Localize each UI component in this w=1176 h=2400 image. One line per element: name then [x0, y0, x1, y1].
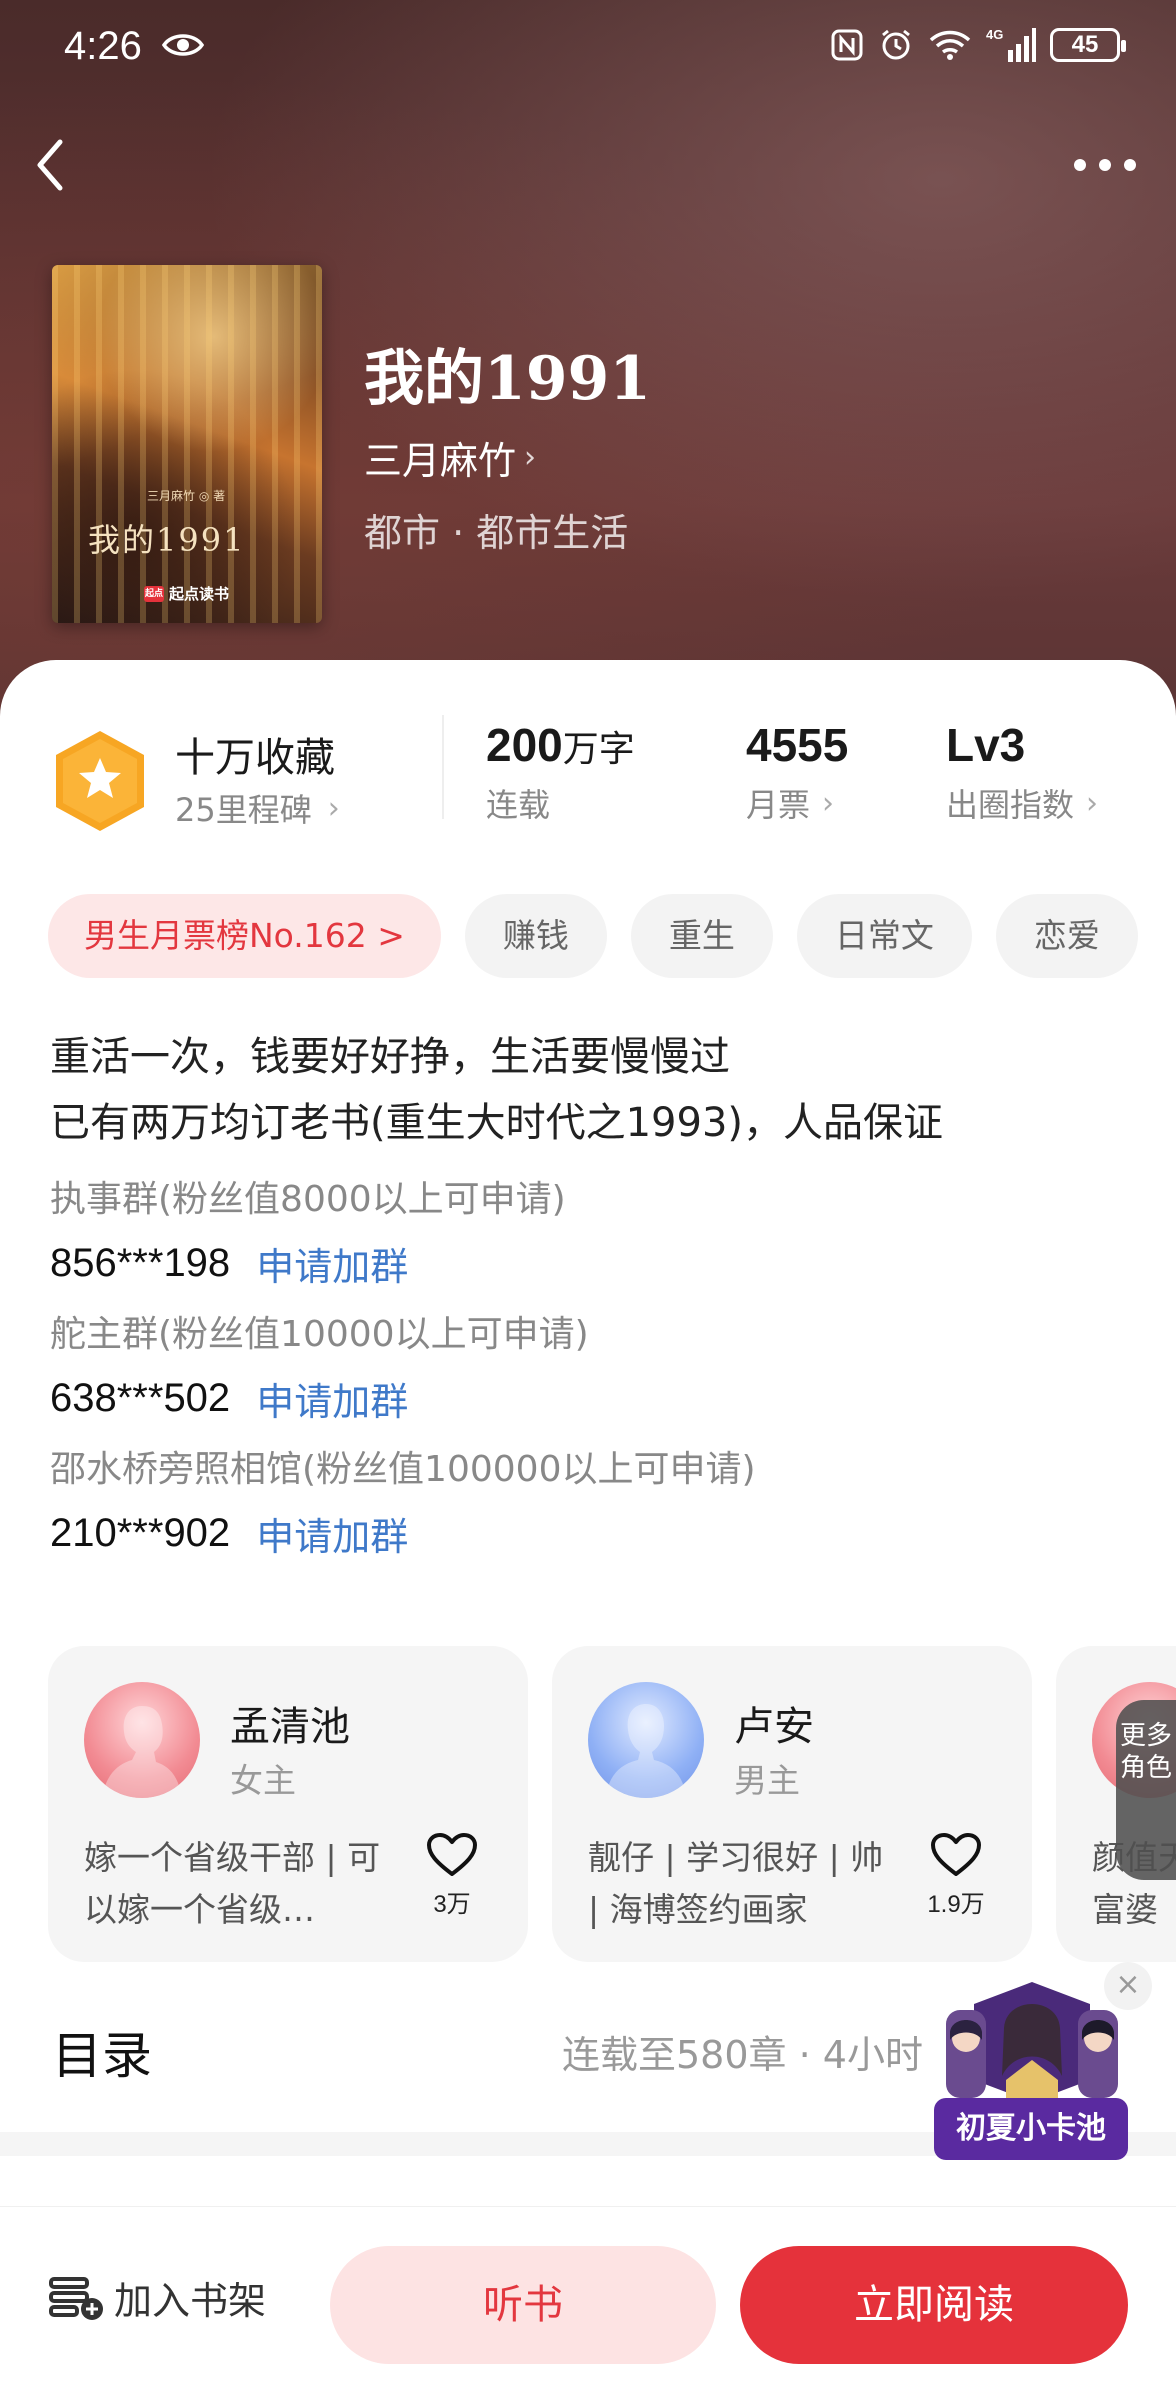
group-row: 210***902 申请加群 — [50, 1506, 1140, 1561]
book-genre: 都市 · 都市生活 — [364, 511, 629, 555]
svg-text:4G: 4G — [986, 27, 1003, 42]
promo-label: 初夏小卡池 — [934, 2098, 1128, 2160]
tag-list: 男生月票榜No.162 > 赚钱 重生 日常文 恋爱 — [48, 894, 1138, 978]
tag-chip[interactable]: 重生 — [630, 894, 773, 978]
chevron-right-icon: › — [822, 785, 835, 821]
eye-icon — [162, 34, 204, 56]
add-to-shelf-label: 加入书架 — [114, 2279, 267, 2323]
close-icon[interactable]: × — [1104, 1962, 1152, 2010]
character-desc: 嫁一个省级干部 | 可以嫁一个省级… — [84, 1838, 381, 1929]
word-count-value: 200 — [486, 719, 563, 771]
promo-widget[interactable]: 初夏小卡池 — [934, 1980, 1132, 2160]
read-now-button[interactable]: 立即阅读 — [740, 2246, 1128, 2364]
intro-line: 已有两万均订老书(重生大时代之1993)，人品保证 — [50, 1100, 944, 1146]
like-button[interactable]: 3万 — [420, 1832, 484, 1919]
avatar — [588, 1682, 704, 1798]
group-row: 856***198 申请加群 — [50, 1236, 1140, 1291]
listen-button[interactable]: 听书 — [330, 2246, 716, 2364]
toc-info[interactable]: 连载至580章 · 4小时 — [562, 2024, 923, 2079]
group-id: 210***902 — [50, 1511, 231, 1555]
milestone-link[interactable]: 25里程碑 › — [175, 785, 340, 831]
add-to-shelf-button[interactable]: 加入书架 — [48, 2270, 266, 2325]
rank-tag[interactable]: 男生月票榜No.162 > — [48, 894, 441, 978]
more-options-button[interactable] — [1070, 145, 1140, 185]
group-title: 邵水桥旁照相馆(粉丝值100000以上可申请) — [50, 1449, 756, 1490]
heart-icon — [931, 1833, 981, 1876]
group-row: 638***502 申请加群 — [50, 1371, 1140, 1426]
like-count: 1.9万 — [927, 1891, 985, 1918]
status-icons: 4G 45 — [830, 26, 1126, 64]
join-group-link[interactable]: 申请加群 — [256, 1236, 408, 1291]
alarm-icon — [882, 29, 910, 60]
influence-value: Lv3 — [946, 719, 1026, 771]
character-name: 卢安 — [734, 1704, 814, 1750]
chevron-right-icon: › — [327, 790, 340, 826]
stat-influence-index[interactable]: Lv3 出圈指数 › — [946, 718, 1098, 826]
bookshelf-add-icon — [49, 2276, 103, 2320]
qidian-logo-icon: 起点 — [144, 585, 164, 602]
tickets-value: 4555 — [746, 719, 849, 771]
word-count-label: 连载 — [486, 786, 551, 824]
book-title: 我的1991 — [364, 344, 651, 414]
back-button[interactable] — [28, 130, 72, 200]
book-cover[interactable]: 三月麻竹 ◎ 著 我的1991 起点 起点读书 — [52, 265, 322, 623]
cover-title: 我的1991 — [88, 521, 246, 559]
tag-chip[interactable]: 恋爱 — [995, 894, 1138, 978]
toc-title[interactable]: 目录 — [52, 2016, 152, 2088]
heart-icon — [427, 1833, 477, 1876]
author-link[interactable]: 三月麻竹 › — [364, 430, 536, 485]
group-id: 638***502 — [50, 1376, 231, 1420]
female-silhouette-icon — [102, 1706, 182, 1798]
cover-logo: 起点 起点读书 — [144, 583, 229, 604]
cover-art — [52, 265, 322, 623]
battery-indicator: 45 — [1050, 28, 1126, 62]
stats-divider — [442, 715, 444, 819]
wifi-icon — [929, 30, 971, 60]
tickets-label: 月票 — [746, 786, 811, 824]
milestone-label: 25里程碑 — [175, 791, 312, 829]
cover-author: 三月麻竹 ◎ 著 — [147, 489, 226, 503]
character-role: 女主 — [230, 1761, 296, 1800]
word-count-unit: 万字 — [562, 729, 635, 770]
signal-icon: 4G — [986, 27, 1036, 62]
chevron-right-icon: › — [524, 440, 537, 475]
collect-milestone: 十万收藏 — [175, 735, 335, 781]
like-button[interactable]: 1.9万 — [924, 1832, 988, 1919]
stat-monthly-tickets[interactable]: 4555 月票 › — [746, 718, 848, 826]
tag-chip[interactable]: 赚钱 — [464, 894, 607, 978]
character-role: 男主 — [734, 1761, 800, 1800]
book-intro[interactable]: 重活一次，钱要好好挣，生活要慢慢过 已有两万均订老书(重生大时代之1993)，人… — [50, 1024, 1140, 1561]
character-card[interactable]: 孟清池 女主 嫁一个省级干部 | 可以嫁一个省级… 3万 — [48, 1646, 528, 1962]
author-name: 三月麻竹 — [364, 439, 517, 483]
avatar — [84, 1682, 200, 1798]
male-silhouette-icon — [606, 1704, 686, 1798]
character-name: 孟清池 — [230, 1704, 350, 1750]
stat-word-count: 200万字 连载 — [486, 718, 635, 826]
character-desc: 靓仔 | 学习很好 | 帅 | 海博签约画家 — [588, 1838, 884, 1929]
group-id: 856***198 — [50, 1241, 231, 1285]
anime-characters-icon — [946, 1982, 1118, 2102]
chevron-right-icon: › — [1086, 785, 1099, 821]
status-bar: 4:26 4G 45 — [0, 0, 1176, 100]
character-list: 孟清池 女主 嫁一个省级干部 | 可以嫁一个省级… 3万 卢安 男主 靓仔 | … — [48, 1646, 1176, 1962]
join-group-link[interactable]: 申请加群 — [256, 1371, 408, 1426]
character-card[interactable]: 卢安 男主 靓仔 | 学习很好 | 帅 | 海博签约画家 1.9万 — [552, 1646, 1032, 1962]
group-title: 执事群(粉丝值8000以上可申请) — [50, 1179, 566, 1220]
tag-chip[interactable]: 日常文 — [796, 894, 972, 978]
group-title: 舵主群(粉丝值10000以上可申请) — [50, 1314, 589, 1355]
star-badge-icon — [56, 731, 144, 831]
status-time: 4:26 — [64, 24, 142, 68]
cover-logo-text: 起点读书 — [169, 585, 230, 603]
like-count: 3万 — [433, 1891, 471, 1918]
join-group-link[interactable]: 申请加群 — [256, 1506, 408, 1561]
intro-line: 重活一次，钱要好好挣，生活要慢慢过 — [50, 1034, 730, 1080]
influence-label: 出圈指数 — [946, 786, 1075, 824]
nfc-icon — [831, 29, 863, 61]
more-roles-button[interactable]: 更多角色 — [1116, 1700, 1176, 1880]
